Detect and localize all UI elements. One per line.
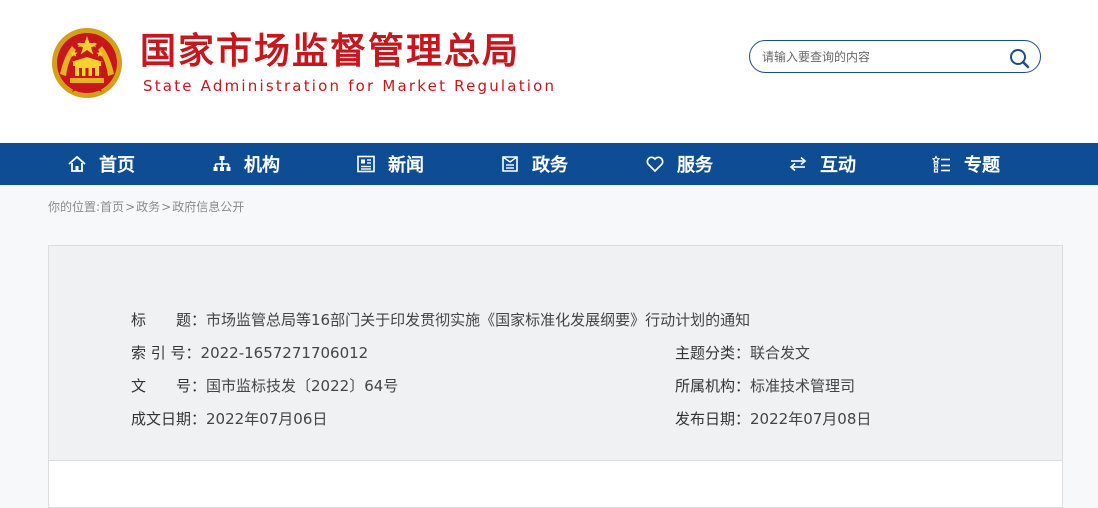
nav-label: 首页 [99, 155, 135, 176]
meta-label: 主题分类： [675, 344, 751, 362]
meta-label: 文 号： [131, 377, 207, 395]
meta-row-organization: 所属机构：标准技术管理司 [675, 376, 855, 396]
meta-row-title: 标 题：市场监管总局等16部门关于印发贯彻实施《国家标准化发展纲要》行动计划的通… [131, 310, 750, 330]
nav-item-home[interactable]: 首页 [67, 143, 135, 185]
nav-label: 新闻 [388, 155, 424, 176]
nav-item-interaction[interactable]: 互动 [788, 143, 856, 185]
document-meta-panel: 标 题：市场监管总局等16部门关于印发贯彻实施《国家标准化发展纲要》行动计划的通… [49, 246, 1062, 461]
document-icon [502, 156, 518, 172]
breadcrumb-link-home[interactable]: 首页 [100, 200, 124, 214]
meta-value: 2022-1657271706012 [200, 344, 369, 362]
meta-label: 成文日期： [131, 410, 207, 428]
breadcrumb-separator: > [161, 200, 172, 214]
meta-label: 标 题： [131, 311, 207, 329]
site-header: 国家市场监督管理总局 State Administration for Mark… [0, 0, 1098, 143]
main-nav: 首页 机构 新闻 政务 服务 互动 专题 [0, 143, 1098, 185]
document-title: 市场监管总局等16部门关于印发贯彻实施《国家标准化发展纲要》行动计划的通知 [206, 311, 751, 329]
breadcrumb-separator: > [125, 200, 136, 214]
nav-label: 互动 [820, 155, 856, 176]
heart-icon [646, 156, 664, 173]
newspaper-icon [357, 155, 375, 173]
nav-item-news[interactable]: 新闻 [356, 143, 424, 185]
org-chart-icon [213, 156, 231, 171]
meta-value: 国市监标技发〔2022〕64号 [206, 377, 399, 395]
nav-label: 政务 [532, 155, 568, 176]
document-content-box: 标 题：市场监管总局等16部门关于印发贯彻实施《国家标准化发展纲要》行动计划的通… [48, 245, 1063, 508]
meta-label: 所属机构： [675, 377, 751, 395]
national-emblem-icon[interactable] [50, 26, 124, 100]
meta-row-doc-number: 文 号：国市监标技发〔2022〕64号 [131, 376, 398, 396]
meta-row-created-date: 成文日期：2022年07月06日 [131, 409, 327, 429]
meta-label: 发布日期： [675, 410, 751, 428]
breadcrumb-prefix: 你的位置: [48, 200, 101, 214]
nav-label: 服务 [677, 155, 713, 176]
search-icon[interactable] [1008, 47, 1030, 69]
search-box [749, 40, 1041, 73]
meta-value: 2022年07月06日 [206, 410, 328, 428]
meta-value: 标准技术管理司 [750, 377, 856, 395]
home-icon [68, 155, 86, 172]
swap-arrows-icon [789, 156, 807, 172]
meta-row-published-date: 发布日期：2022年07月08日 [675, 409, 871, 429]
breadcrumb: 你的位置:首页>政务>政府信息公开 [48, 198, 244, 215]
meta-row-index: 索 引 号：2022-1657271706012 [131, 343, 368, 363]
site-subtitle: State Administration for Market Regulati… [143, 77, 557, 95]
meta-value: 2022年07月08日 [750, 410, 872, 428]
nav-item-services[interactable]: 服务 [645, 143, 713, 185]
nav-label: 专题 [964, 155, 1000, 176]
meta-label: 索 引 号： [131, 344, 201, 362]
meta-row-topic: 主题分类：联合发文 [675, 343, 810, 363]
breadcrumb-link-info-disclosure[interactable]: 政府信息公开 [172, 200, 244, 214]
nav-item-organization[interactable]: 机构 [212, 143, 280, 185]
list-icon [932, 155, 950, 173]
meta-value: 联合发文 [750, 344, 811, 362]
search-input[interactable] [762, 47, 1002, 67]
breadcrumb-link-government-affairs[interactable]: 政务 [136, 200, 160, 214]
nav-item-government-affairs[interactable]: 政务 [500, 143, 568, 185]
site-title[interactable]: 国家市场监督管理总局 [140, 30, 520, 74]
nav-label: 机构 [244, 155, 280, 176]
nav-item-topics[interactable]: 专题 [932, 143, 1000, 185]
